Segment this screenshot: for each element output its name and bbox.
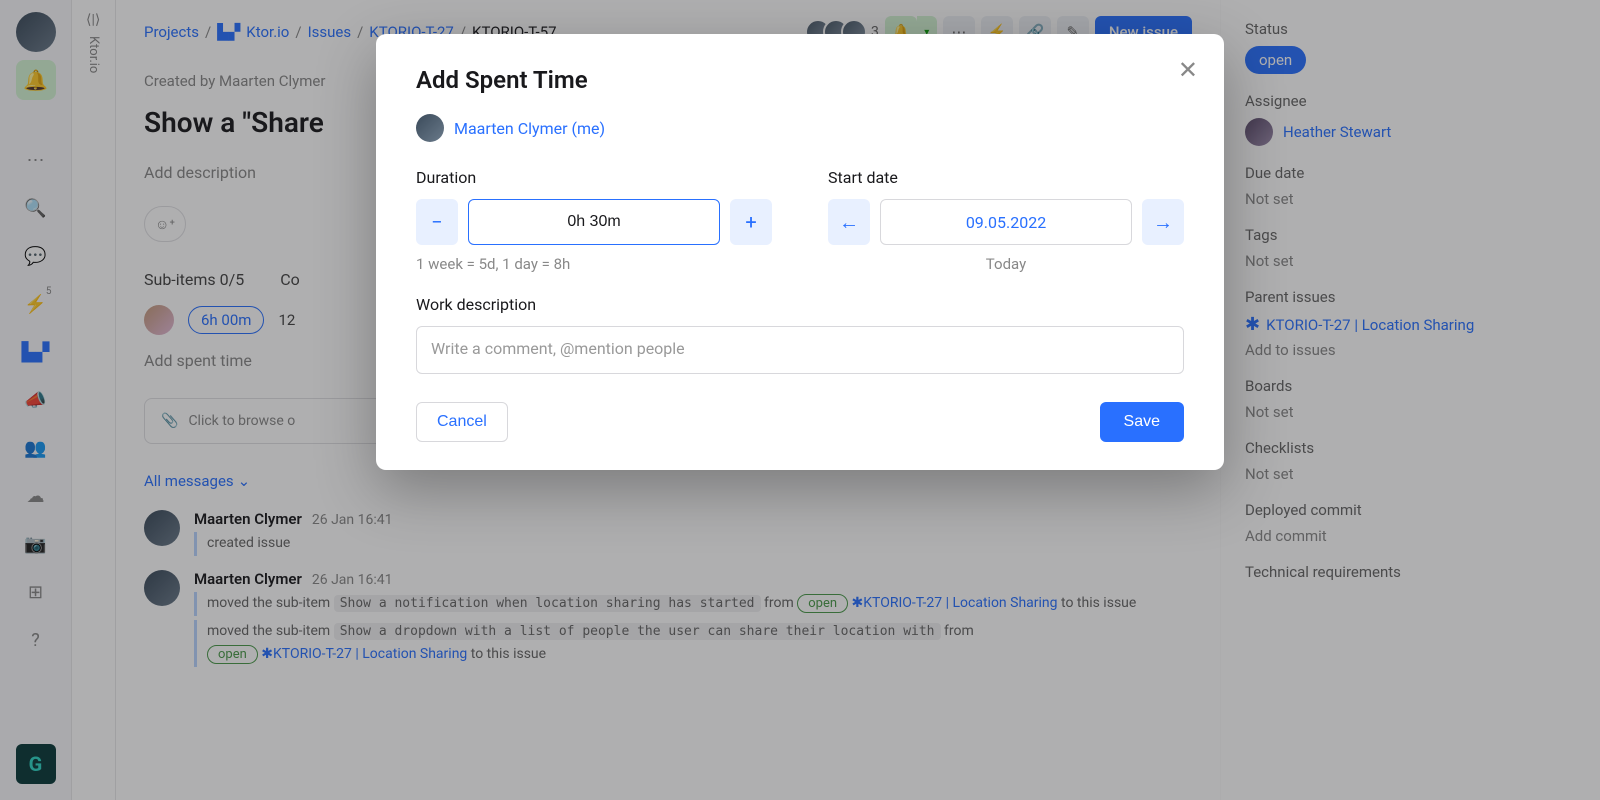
cancel-button[interactable]: Cancel [416, 402, 508, 442]
duration-increment-button[interactable]: + [730, 199, 772, 245]
modal-title: Add Spent Time [416, 66, 1184, 94]
date-prev-button[interactable]: ← [828, 199, 870, 245]
duration-decrement-button[interactable]: − [416, 199, 458, 245]
date-input[interactable]: 09.05.2022 [880, 199, 1132, 245]
modal-user-avatar [416, 114, 444, 142]
date-hint: Today [828, 255, 1184, 273]
work-description-label: Work description [416, 295, 1184, 314]
close-icon[interactable]: ✕ [1178, 56, 1198, 84]
work-description-input[interactable] [416, 326, 1184, 374]
duration-label: Duration [416, 168, 772, 187]
duration-hint: 1 week = 5d, 1 day = 8h [416, 255, 772, 273]
start-date-label: Start date [828, 168, 1184, 187]
modal-user-name[interactable]: Maarten Clymer (me) [454, 119, 605, 138]
date-next-button[interactable]: → [1142, 199, 1184, 245]
add-spent-time-modal: ✕ Add Spent Time Maarten Clymer (me) Dur… [376, 34, 1224, 470]
modal-overlay: ✕ Add Spent Time Maarten Clymer (me) Dur… [0, 0, 1600, 800]
duration-input[interactable] [468, 199, 720, 245]
save-button[interactable]: Save [1100, 402, 1184, 442]
